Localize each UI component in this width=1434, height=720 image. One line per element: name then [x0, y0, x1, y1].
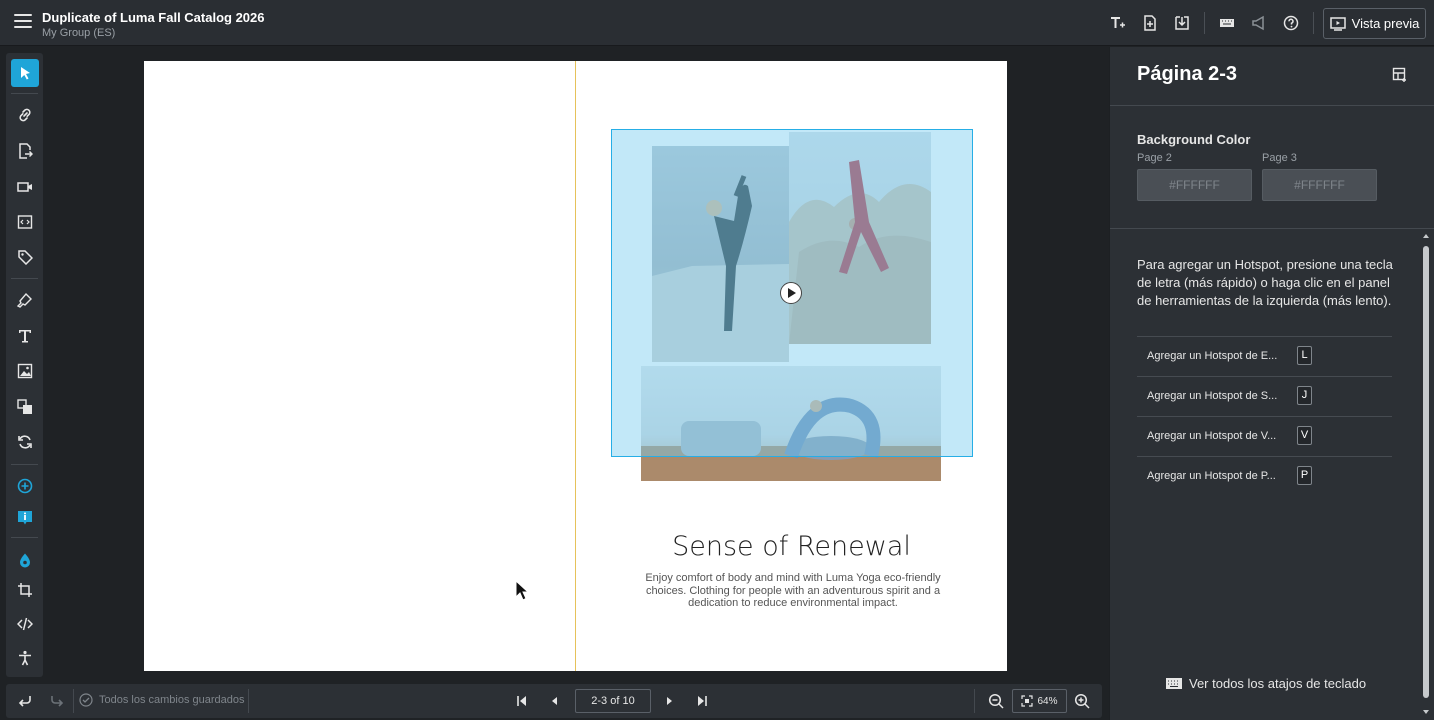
- add-circle-icon[interactable]: [11, 472, 39, 500]
- menu-icon[interactable]: [14, 14, 32, 30]
- toolbar-divider: [11, 93, 38, 94]
- panel-divider: [1110, 228, 1434, 229]
- tag-icon[interactable]: [11, 243, 39, 271]
- toolbar-divider: [11, 278, 38, 279]
- page-body-text: Enjoy comfort of body and mind with Luma…: [645, 572, 941, 609]
- add-hotspot-row[interactable]: Agregar un Hotspot de P... P: [1137, 456, 1392, 496]
- view-shortcuts-label: Ver todos los atajos de teclado: [1189, 676, 1367, 691]
- keyboard-icon[interactable]: [1217, 13, 1237, 33]
- save-status: Todos los cambios guardados: [79, 693, 245, 707]
- last-page-icon[interactable]: [693, 692, 711, 710]
- hotspot-shortcut-key: J: [1297, 386, 1312, 405]
- hotspot-shortcut-key: V: [1297, 426, 1312, 445]
- refresh-icon[interactable]: [11, 428, 39, 456]
- page-3-color-input[interactable]: #FFFFFF: [1262, 169, 1377, 201]
- megaphone-icon[interactable]: [1249, 13, 1269, 33]
- page-headline: Sense of Renewal: [672, 531, 911, 562]
- check-circle-icon: [79, 693, 93, 707]
- hotspot-shortcut-key: P: [1297, 466, 1312, 485]
- image-icon[interactable]: [11, 357, 39, 385]
- page-2-label: Page 2: [1137, 152, 1172, 164]
- preview-icon: [1329, 16, 1346, 31]
- page-indicator[interactable]: 2-3 of 10: [575, 689, 651, 713]
- layout-settings-icon[interactable]: [1392, 67, 1408, 83]
- background-color-label: Background Color: [1137, 132, 1251, 147]
- top-bar: Duplicate of Luma Fall Catalog 2026 My G…: [0, 0, 1434, 46]
- first-page-icon[interactable]: [513, 692, 531, 710]
- toolbar-divider: [1204, 12, 1205, 34]
- toolbar-divider: [11, 464, 38, 465]
- play-icon[interactable]: [780, 282, 802, 304]
- top-toolbar: [1108, 12, 1314, 34]
- toolbar-divider: [11, 537, 38, 538]
- previous-page-icon[interactable]: [546, 692, 564, 710]
- toolbar-divider: [974, 689, 975, 713]
- next-page-icon[interactable]: [660, 692, 678, 710]
- preview-label: Vista previa: [1351, 16, 1420, 31]
- marker-icon[interactable]: [11, 286, 39, 314]
- video-icon[interactable]: [11, 173, 39, 201]
- download-icon[interactable]: [1172, 13, 1192, 33]
- link-icon[interactable]: [11, 101, 39, 129]
- accessibility-icon[interactable]: [11, 644, 39, 672]
- undo-icon[interactable]: [16, 692, 34, 710]
- bottom-bar: Todos los cambios guardados 2-3 of 10 64…: [6, 684, 1102, 718]
- help-icon[interactable]: [1281, 13, 1301, 33]
- panel-title: Página 2-3: [1137, 63, 1238, 85]
- toolbar-divider: [1313, 12, 1314, 34]
- preview-button[interactable]: Vista previa: [1323, 8, 1426, 39]
- save-status-text: Todos los cambios guardados: [99, 694, 245, 706]
- toolbar-divider: [248, 689, 249, 713]
- text-icon[interactable]: [11, 322, 39, 350]
- page-link-icon[interactable]: [11, 137, 39, 165]
- panel-divider: [1110, 105, 1434, 106]
- toolbar-divider: [73, 689, 74, 713]
- fit-page-icon: [1021, 695, 1034, 707]
- app-window: Duplicate of Luma Fall Catalog 2026 My G…: [0, 0, 1434, 720]
- scrollbar-thumb[interactable]: [1423, 246, 1429, 698]
- document-title: Duplicate of Luma Fall Catalog 2026: [42, 10, 265, 25]
- page-2-color-input[interactable]: #FFFFFF: [1137, 169, 1252, 201]
- page-spine-divider: [575, 61, 576, 671]
- properties-panel: Página 2-3 Background Color Page 2 Page …: [1109, 47, 1434, 720]
- view-shortcuts-link[interactable]: Ver todos los atajos de teclado: [1166, 676, 1366, 691]
- mouse-pointer-icon: [515, 580, 529, 601]
- scroll-down-icon[interactable]: [1421, 708, 1431, 716]
- page-spread-canvas[interactable]: Sense of Renewal Enjoy comfort of body a…: [144, 61, 1007, 671]
- cursor-icon[interactable]: [11, 59, 39, 87]
- redo-icon[interactable]: [48, 692, 66, 710]
- add-hotspot-label: Agregar un Hotspot de E...: [1147, 350, 1278, 362]
- text-add-icon[interactable]: [1108, 13, 1128, 33]
- add-hotspot-row[interactable]: Agregar un Hotspot de E... L: [1137, 336, 1392, 376]
- info-icon[interactable]: [11, 504, 39, 532]
- zoom-level-control[interactable]: 64%: [1012, 689, 1067, 713]
- panel-scrollbar[interactable]: [1421, 230, 1431, 720]
- embed-icon[interactable]: [11, 208, 39, 236]
- add-hotspot-label: Agregar un Hotspot de V...: [1147, 430, 1277, 442]
- scroll-up-icon[interactable]: [1421, 232, 1431, 240]
- zoom-in-icon[interactable]: [1073, 692, 1091, 710]
- page-3-label: Page 3: [1262, 152, 1297, 164]
- add-hotspot-label: Agregar un Hotspot de S...: [1147, 390, 1278, 402]
- zoom-out-icon[interactable]: [987, 692, 1005, 710]
- page-add-icon[interactable]: [1140, 13, 1160, 33]
- layers-icon[interactable]: [11, 393, 39, 421]
- add-hotspot-row[interactable]: Agregar un Hotspot de S... J: [1137, 376, 1392, 416]
- add-hotspot-row[interactable]: Agregar un Hotspot de V... V: [1137, 416, 1392, 456]
- crop-icon[interactable]: [11, 576, 39, 604]
- hotspot-shortcut-key: L: [1297, 346, 1312, 365]
- document-group: My Group (ES): [42, 27, 116, 39]
- hotspot-help-text: Para agregar un Hotspot, presione una te…: [1137, 257, 1393, 308]
- left-toolbar: [6, 53, 43, 677]
- palette-icon[interactable]: [11, 546, 39, 574]
- add-hotspot-label: Agregar un Hotspot de P...: [1147, 470, 1276, 482]
- code-icon[interactable]: [11, 610, 39, 638]
- zoom-level: 64%: [1037, 695, 1058, 707]
- keyboard-icon: [1166, 678, 1182, 689]
